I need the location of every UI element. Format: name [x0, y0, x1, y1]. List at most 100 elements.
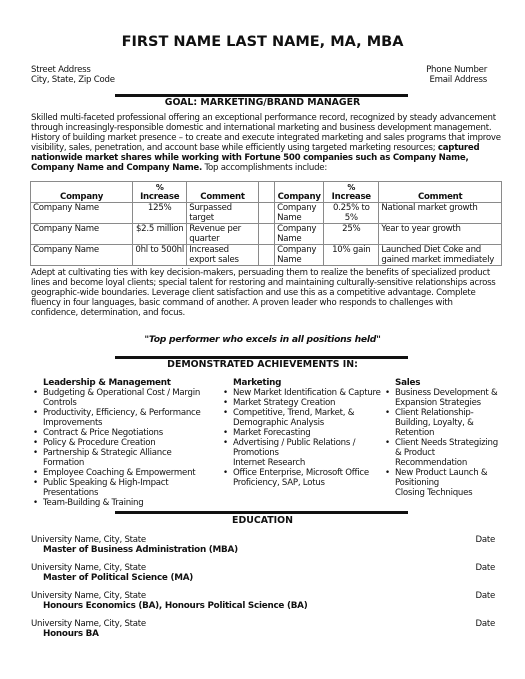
table-spacer [257, 181, 276, 203]
summary-text: Skilled multi-faceted professional offer… [31, 113, 501, 153]
tagline-quote: "Top performer who excels in all positio… [144, 334, 381, 345]
degree-name: Master of Political Science (MA) [43, 573, 194, 583]
achievement-item: • Public Speaking & High-Impact Presentat… [31, 478, 211, 498]
cell-comment: Launched Diet Coke and gained market imm… [378, 244, 502, 266]
achievements-column-sales: Sales • Business Development & Expansion … [383, 378, 498, 498]
bullet-icon: • [223, 398, 228, 408]
cell-company: Company Name [29, 223, 134, 245]
header-comment: Comment [186, 181, 259, 203]
header-company: Company [274, 181, 325, 203]
achievement-text: Business Development & Expansion Strateg… [395, 388, 498, 408]
column-heading: Leadership & Management [43, 378, 171, 388]
header-increase: % Increase [323, 181, 380, 203]
address-block: Street Address City, State, Zip Code [31, 65, 115, 85]
email-address: Email Address [429, 75, 487, 85]
education-entry: University Name, City, State Date Honour… [31, 591, 495, 611]
street-address: Street Address [31, 65, 91, 75]
achievement-item: • Partnership & Strategic Alliance Format… [31, 448, 211, 468]
bullet-icon: • [33, 388, 38, 398]
achievement-text: Contract & Price Negotiations [43, 428, 163, 438]
table-spacer [257, 223, 276, 245]
bullet-icon: • [223, 408, 228, 418]
achievements-title: DEMONSTRATED ACHIEVEMENTS IN: [167, 359, 358, 370]
achievement-text: Productivity, Efficiency, & Performance … [43, 408, 201, 428]
school-name: University Name, City, State [31, 619, 146, 629]
cell-comment: Year to year growth [378, 223, 502, 245]
achievement-text: Competitive, Trend, Market, & Demographi… [233, 408, 355, 428]
school-name: University Name, City, State [31, 563, 146, 573]
table-row: Company Name 0hl to 500hl Increased expo… [29, 244, 502, 266]
goal-title: GOAL: MARKETING/BRAND MANAGER [164, 97, 361, 108]
achievement-text: Market Strategy Creation [233, 398, 336, 408]
achievement-list: • New Market Identification & Capture • Mar… [221, 388, 381, 488]
achievement-item: • Office Enterprise, Microsoft Office Pro… [221, 468, 381, 488]
bullet-icon: • [223, 468, 228, 478]
phone-number: Phone Number [426, 65, 487, 75]
cell-comment: National market growth [378, 202, 502, 224]
candidate-name: FIRST NAME LAST NAME, MA, MBA [121, 34, 404, 50]
achievement-item: • Market Strategy Creation [221, 398, 381, 408]
bullet-icon: • [385, 408, 390, 418]
bullet-icon: • [385, 438, 390, 448]
achievement-text: Partnership & Strategic Alliance Formati… [43, 448, 172, 468]
bullet-icon: • [33, 438, 38, 448]
cell-company: Company Name [274, 244, 325, 266]
achievement-text: Budgeting & Operational Cost / Margin Co… [43, 388, 201, 408]
education-entry: University Name, City, State Date Honour… [31, 619, 495, 639]
cell-company: Company Name [274, 202, 325, 224]
achievement-text: Closing Techniques [395, 488, 473, 498]
bullet-icon: • [223, 428, 228, 438]
achievement-item: • Business Development & Expansion Strate… [383, 388, 498, 408]
cell-comment: Revenue per quarter [186, 223, 259, 245]
bullet-icon: • [223, 438, 228, 448]
achievement-text: New Product Launch & Positioning [395, 468, 488, 488]
accomplishments-table: Company % Increase Comment Company % Incre… [29, 181, 502, 266]
city-state-zip: City, State, Zip Code [31, 75, 115, 85]
header-increase: % Increase [132, 181, 188, 203]
achievement-text: Office Enterprise, Microsoft Office Prof… [233, 468, 369, 488]
divider-education [115, 511, 408, 514]
achievements-column-leadership: Leadership & Management • Budgeting & Ope… [31, 378, 211, 508]
school-name: University Name, City, State [31, 535, 146, 545]
achievement-text: Client Needs Strategizing & Product Reco… [395, 438, 498, 468]
achievement-list: • Budgeting & Operational Cost / Margin C… [31, 388, 211, 508]
education-date: Date [475, 535, 495, 545]
achievement-list: • Business Development & Expansion Strate… [383, 388, 498, 498]
degree-name: Honours BA [43, 629, 99, 639]
cell-company: Company Name [29, 202, 134, 224]
table-row: Company Name 125% Surpassed target Compa… [29, 202, 502, 224]
achievement-item: • Team-Building & Training [31, 498, 211, 508]
summary-tail: Top accomplishments include: [202, 163, 328, 173]
cell-increase: $2.5 million [132, 223, 188, 245]
column-heading: Sales [395, 378, 421, 388]
achievement-text: Employee Coaching & Empowerment [43, 468, 196, 478]
table-row: Company Name $2.5 million Revenue per qu… [29, 223, 502, 245]
achievement-text: Team-Building & Training [43, 498, 144, 508]
bullet-icon: • [33, 498, 38, 508]
achievement-item: • New Product Launch & Positioning [383, 468, 498, 488]
achievement-text: Public Speaking & High-Impact Presentati… [43, 478, 169, 498]
bullet-icon: • [33, 478, 38, 488]
achievement-item: • Employee Coaching & Empowerment [31, 468, 211, 478]
achievement-item: • New Market Identification & Capture [221, 388, 381, 398]
table-header-row: Company % Increase Comment Company % Incre… [29, 181, 502, 203]
education-date: Date [475, 619, 495, 629]
table-spacer [257, 202, 276, 224]
education-entry: University Name, City, State Date Master… [31, 535, 495, 555]
bullet-icon: • [33, 428, 38, 438]
education-date: Date [475, 563, 495, 573]
cell-company: Company Name [29, 244, 134, 266]
achievement-item: • Competitive, Trend, Market, & Demograph… [221, 408, 381, 428]
cell-increase: 10% gain [323, 244, 380, 266]
cell-increase: 25% [323, 223, 380, 245]
header-comment: Comment [378, 181, 502, 203]
contact-block: Phone Number Email Address [426, 65, 487, 85]
achievement-item: • Client Relationship-Building, Loyalty, … [383, 408, 498, 438]
education-entry: University Name, City, State Date Master… [31, 563, 495, 583]
bullet-icon: • [385, 468, 390, 478]
achievement-text: Policy & Procedure Creation [43, 438, 156, 448]
education-date: Date [475, 591, 495, 601]
achievement-text: Market Forecasting [233, 428, 311, 438]
column-heading: Marketing [233, 378, 282, 388]
achievement-item: • Budgeting & Operational Cost / Margin C… [31, 388, 211, 408]
